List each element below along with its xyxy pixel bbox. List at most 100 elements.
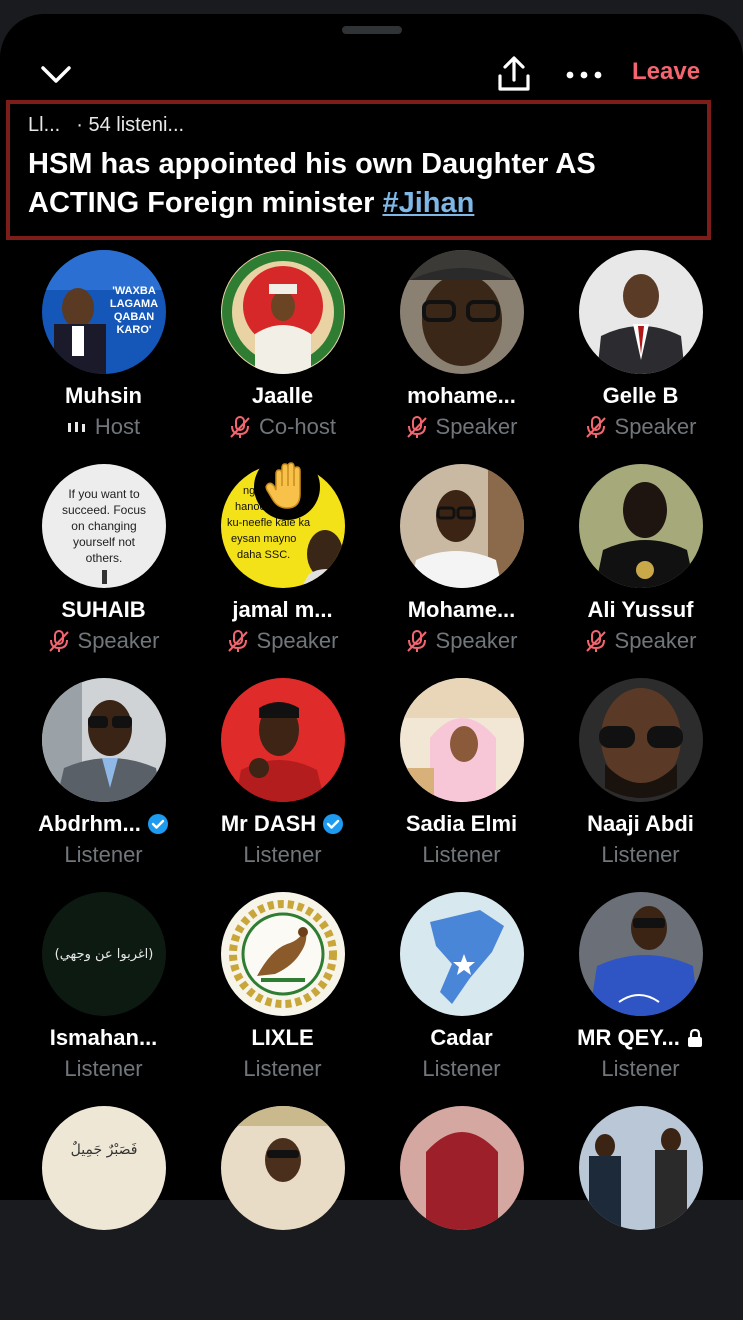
participant-role: Speaker: [614, 628, 697, 653]
participant-name: Ismahan...: [49, 1025, 158, 1050]
participant-card[interactable]: Jaalle Co-host: [193, 250, 372, 464]
participant-card[interactable]: If you want to succeed. Focus on changin…: [14, 464, 193, 678]
avatar-text: فَصَبْرٌ جَمِيلٌ: [70, 1141, 137, 1158]
mic-off-icon: [227, 630, 248, 652]
participant-card[interactable]: MR QEY... Listener: [551, 892, 730, 1106]
participant-card[interactable]: Sadia Elmi Listener: [372, 678, 551, 892]
avatar[interactable]: [399, 678, 524, 802]
participant-role: Listener: [64, 842, 143, 867]
participant-card[interactable]: Mr DASH Listener: [193, 678, 372, 892]
participant-name: Cadar: [430, 1025, 493, 1050]
space-title-text: HSM has appointed his own Daughter AS AC…: [28, 148, 596, 219]
participant-name: Abdrhm...: [38, 811, 141, 836]
participant-name: jamal m...: [232, 597, 333, 622]
participant-role: Host: [94, 414, 141, 439]
lock-icon: [687, 1028, 702, 1047]
verified-badge-icon: [147, 814, 168, 834]
avatar-text: If you want to: [68, 487, 140, 501]
avatar-text: succeed. Focus: [61, 503, 145, 517]
avatar[interactable]: [399, 892, 524, 1016]
participant-role: Listener: [601, 842, 680, 867]
avatar-text: (اغربوا عن وجهي): [54, 947, 153, 962]
listener-count: · 54 listeni...: [76, 114, 185, 136]
participant-name: Mr DASH: [220, 811, 317, 836]
avatar-text: 'WAXBA: [112, 285, 156, 297]
participant-role: Listener: [422, 842, 501, 867]
hashtag-link[interactable]: #Jihan: [382, 187, 474, 219]
avatar[interactable]: [399, 250, 524, 374]
participant-card[interactable]: mohame... Speaker: [372, 250, 551, 464]
participant-role: Speaker: [614, 414, 697, 439]
participant-role: Speaker: [256, 628, 339, 653]
space-meta: Ll... · 54 listeni...: [28, 114, 689, 137]
avatar[interactable]: [220, 892, 345, 1016]
participant-card[interactable]: Cadar Listener: [372, 892, 551, 1106]
participant-name: Gelle B: [602, 383, 679, 408]
avatar-text: others.: [85, 551, 122, 565]
sheet-grabber[interactable]: [341, 26, 402, 34]
share-icon[interactable]: [494, 54, 534, 94]
participant-name: Jaalle: [251, 383, 314, 408]
participant-card[interactable]: [372, 1106, 551, 1320]
participant-role: Listener: [601, 1056, 680, 1081]
avatar[interactable]: If you want to succeed. Focus on changin…: [41, 464, 166, 588]
participant-role: Speaker: [77, 628, 160, 653]
participant-name: mohame...: [407, 383, 516, 408]
mic-off-icon: [585, 630, 606, 652]
avatar[interactable]: [220, 1106, 345, 1230]
participant-name: Naaji Abdi: [587, 811, 694, 836]
participant-role: Co-host: [258, 414, 337, 439]
participant-card[interactable]: Abdrhm... Listener: [14, 678, 193, 892]
participant-card[interactable]: ngiriis taba hanoo yimaad ku-neefle kale…: [193, 454, 372, 678]
avatar[interactable]: [578, 892, 703, 1016]
audio-level-icon: [67, 422, 85, 432]
avatar[interactable]: 'WAXBA LAGAMA QABAN KARO': [41, 250, 166, 374]
avatar-text: LAGAMA: [109, 298, 157, 310]
participant-card[interactable]: Gelle B Speaker: [551, 250, 730, 464]
avatar[interactable]: [578, 464, 703, 588]
host-label[interactable]: Ll...: [28, 114, 60, 137]
participant-card[interactable]: 'WAXBA LAGAMA QABAN KARO' Muhsin Host: [14, 250, 193, 464]
participant-card[interactable]: [551, 1106, 730, 1320]
avatar-text: ku-neefle kale ka: [227, 517, 311, 529]
avatar[interactable]: [578, 250, 703, 374]
participant-card[interactable]: Naaji Abdi Listener: [551, 678, 730, 892]
participant-card[interactable]: Ali Yussuf Speaker: [551, 464, 730, 678]
avatar[interactable]: [578, 1106, 703, 1230]
avatar-text: daha SSC.: [237, 549, 290, 561]
mic-off-icon: [406, 630, 427, 652]
avatar[interactable]: [220, 250, 345, 374]
participant-card[interactable]: LIXLE Listener: [193, 892, 372, 1106]
avatar-text: eysan mayno: [231, 533, 296, 545]
verified-badge-icon: [323, 814, 344, 834]
mic-off-icon: [585, 416, 606, 438]
avatar-text: yourself not: [72, 535, 135, 549]
leave-button[interactable]: Leave: [632, 58, 700, 86]
participant-card[interactable]: فَصَبْرٌ جَمِيلٌ: [14, 1106, 193, 1320]
participant-name: MR QEY...: [577, 1025, 680, 1050]
participant-role: Speaker: [435, 628, 518, 653]
participant-card[interactable]: Mohame... Speaker: [372, 464, 551, 678]
participant-name: LIXLE: [251, 1025, 314, 1050]
chevron-down-icon[interactable]: [38, 60, 74, 90]
participant-name: Ali Yussuf: [587, 597, 694, 622]
avatar[interactable]: فَصَبْرٌ جَمِيلٌ: [41, 1106, 166, 1230]
avatar[interactable]: [399, 464, 524, 588]
avatar[interactable]: [220, 678, 345, 802]
participant-role: Listener: [243, 842, 322, 867]
avatar[interactable]: (اغربوا عن وجهي): [41, 892, 166, 1016]
more-options-icon[interactable]: [562, 60, 606, 90]
avatar-text: on changing: [71, 519, 136, 533]
participant-name: Sadia Elmi: [405, 811, 518, 836]
participant-card[interactable]: (اغربوا عن وجهي) Ismahan... Listener: [14, 892, 193, 1106]
mic-off-icon: [406, 416, 427, 438]
participants-grid: 'WAXBA LAGAMA QABAN KARO' Muhsin Host Ja…: [14, 250, 730, 1320]
avatar[interactable]: [399, 1106, 524, 1230]
mic-off-icon: [48, 630, 69, 652]
avatar[interactable]: [578, 678, 703, 802]
participant-name: Mohame...: [407, 597, 516, 622]
avatar[interactable]: [41, 678, 166, 802]
avatar-text: QABAN: [113, 311, 153, 323]
space-title: HSM has appointed his own Daughter AS AC…: [28, 145, 689, 223]
participant-card[interactable]: [193, 1106, 372, 1320]
